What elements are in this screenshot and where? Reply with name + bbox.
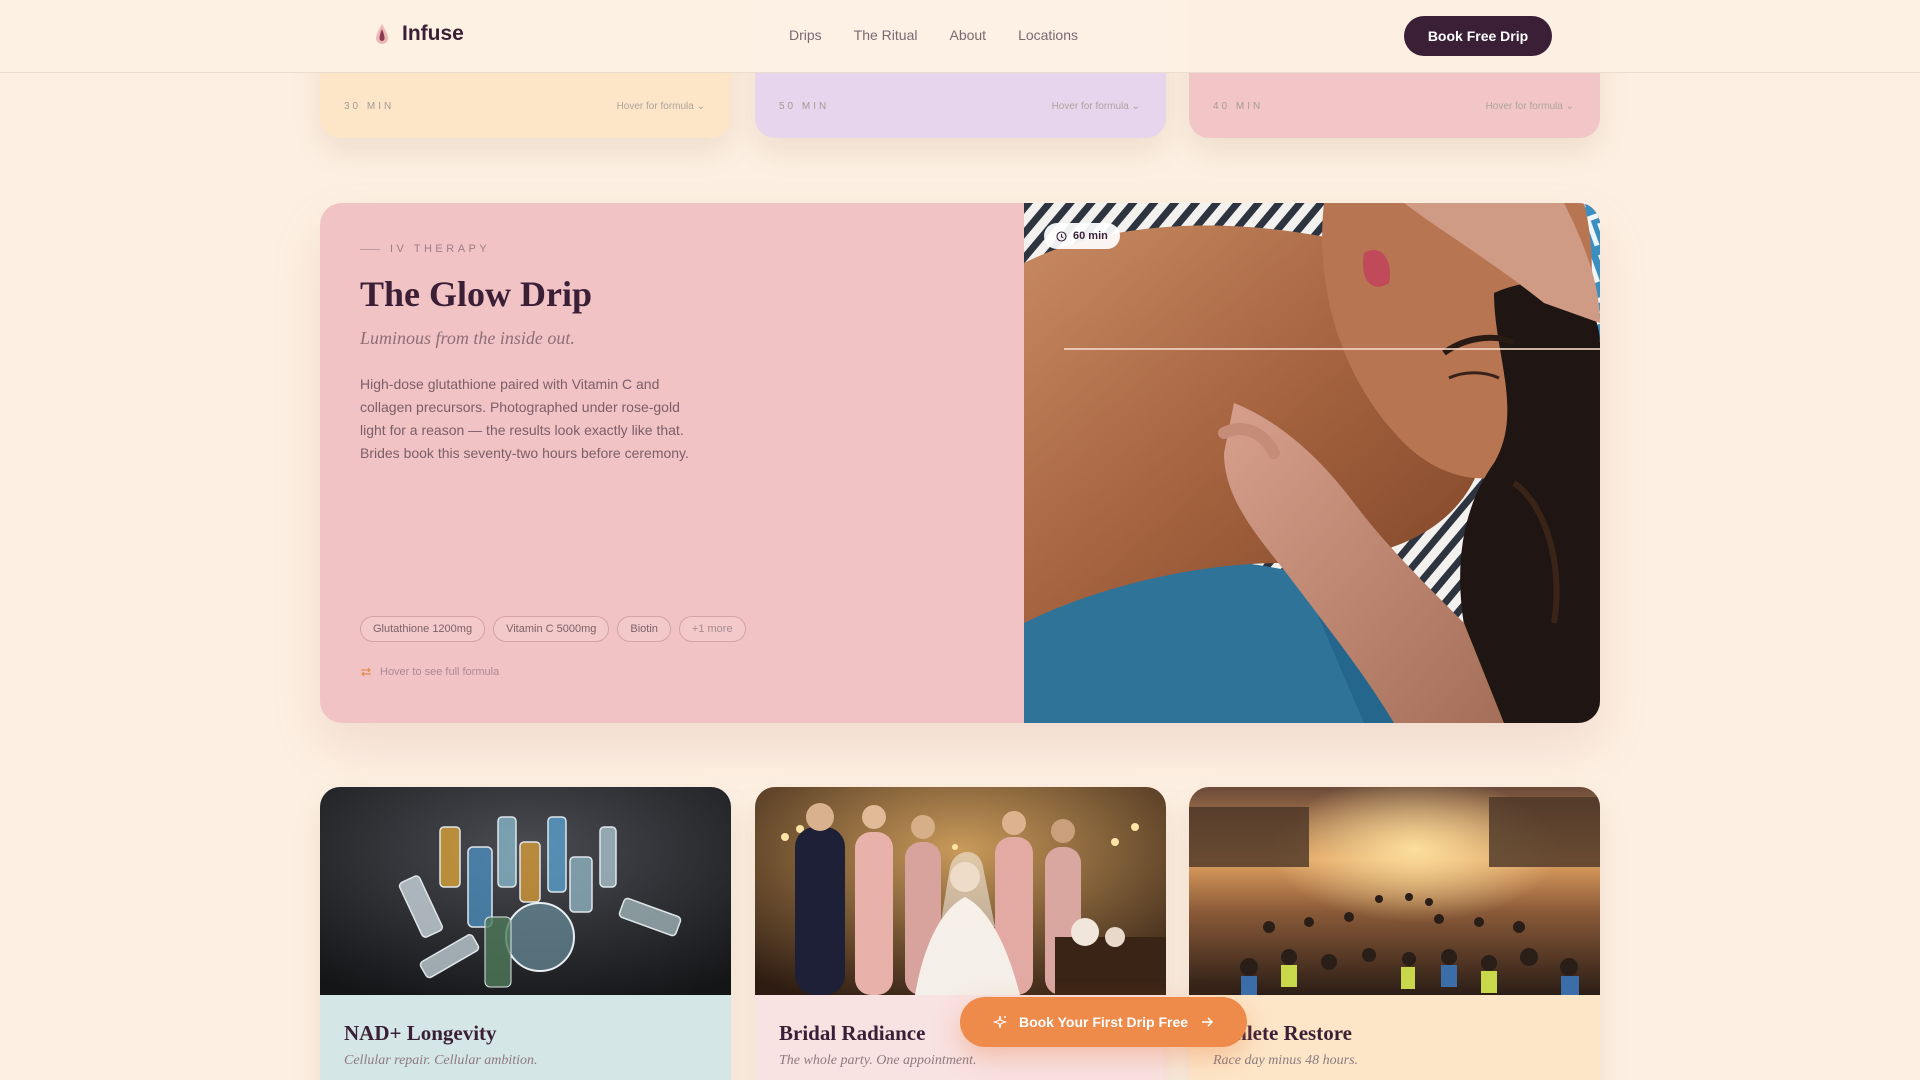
- clock-icon: [1056, 230, 1067, 242]
- formula-hint-text: Hover to see full formula: [380, 666, 500, 678]
- ingredient-pills: Glutathione 1200mg Vitamin C 5000mg Biot…: [360, 616, 746, 642]
- drip-card-nad-longevity[interactable]: NAD+ Longevity Cellular repair. Cellular…: [320, 787, 731, 1080]
- duration-badge-text: 60 min: [1073, 230, 1108, 242]
- ingredient-pill: Glutathione 1200mg: [360, 616, 486, 642]
- feature-title: The Glow Drip: [360, 274, 593, 314]
- duration-label: 30 MIN: [344, 101, 395, 112]
- sparkle-icon: [992, 1015, 1007, 1029]
- card-subtitle: Race day minus 48 hours.: [1213, 1053, 1359, 1068]
- drop-logo-icon: [376, 24, 388, 44]
- nav-item-drips[interactable]: Drips: [789, 27, 822, 43]
- more-ingredients-pill[interactable]: +1 more: [678, 616, 746, 642]
- ingredient-pill: Biotin: [617, 616, 671, 642]
- card-subtitle: Cellular repair. Cellular ambition.: [344, 1053, 538, 1068]
- duration-label: 40 MIN: [1213, 101, 1264, 112]
- formula-hint: Hover for formula ⌄: [1051, 101, 1140, 112]
- main-nav: Drips The Ritual About Locations: [789, 27, 1078, 43]
- card-title: Bridal Radiance: [779, 1021, 926, 1045]
- formula-hint: Hover for formula ⌄: [616, 101, 705, 112]
- brand-name: Infuse: [402, 22, 464, 45]
- feature-subtitle: Luminous from the inside out.: [360, 328, 575, 348]
- swap-arrows-icon: [361, 667, 371, 677]
- brand-logo[interactable]: Infuse: [372, 22, 464, 46]
- arrow-right-icon: [1202, 1017, 1214, 1027]
- card-photo: [320, 787, 731, 995]
- feature-photo: 60 min: [1024, 203, 1600, 723]
- facial-massage-image: [1024, 203, 1600, 723]
- duration-badge: 60 min: [1044, 223, 1120, 249]
- kicker-text: IV THERAPY: [390, 243, 491, 255]
- card-photo: [755, 787, 1166, 995]
- duration-label: 50 MIN: [779, 101, 830, 112]
- card-title: NAD+ Longevity: [344, 1021, 497, 1045]
- formula-hint[interactable]: Hover to see full formula: [360, 666, 499, 678]
- feature-description: High-dose glutathione paired with Vitami…: [360, 376, 689, 461]
- bridal-party-image: [755, 787, 1166, 995]
- drip-card-athlete-restore[interactable]: Athlete Restore Race day minus 48 hours.: [1189, 787, 1600, 1080]
- nav-item-locations[interactable]: Locations: [1018, 27, 1078, 43]
- site-header: Infuse Drips The Ritual About Locations …: [0, 0, 1920, 73]
- vials-image: [320, 787, 731, 995]
- ingredient-pill: Vitamin C 5000mg: [493, 616, 610, 642]
- nav-item-about[interactable]: About: [949, 27, 986, 43]
- book-free-drip-button[interactable]: Book Free Drip: [1404, 16, 1552, 56]
- cta-label: Book Your First Drip Free: [1018, 1014, 1189, 1030]
- kicker-rule: [360, 248, 380, 250]
- card-photo: [1189, 787, 1600, 995]
- nav-item-ritual[interactable]: The Ritual: [854, 27, 918, 43]
- card-subtitle: The whole party. One appointment.: [779, 1053, 977, 1068]
- marathon-runners-image: [1189, 787, 1600, 995]
- feature-kicker: IV THERAPY: [360, 243, 490, 255]
- feature-card-glow-drip[interactable]: IV THERAPY The Glow Drip Luminous from t…: [320, 203, 1600, 723]
- book-first-drip-button[interactable]: Book Your First Drip Free: [960, 997, 1247, 1047]
- formula-hint: Hover for formula ⌄: [1485, 101, 1574, 112]
